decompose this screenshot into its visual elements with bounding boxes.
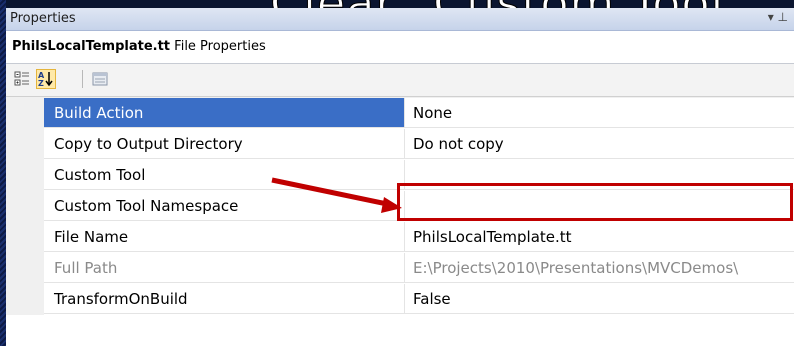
annotation-arrow-icon	[271, 177, 402, 213]
